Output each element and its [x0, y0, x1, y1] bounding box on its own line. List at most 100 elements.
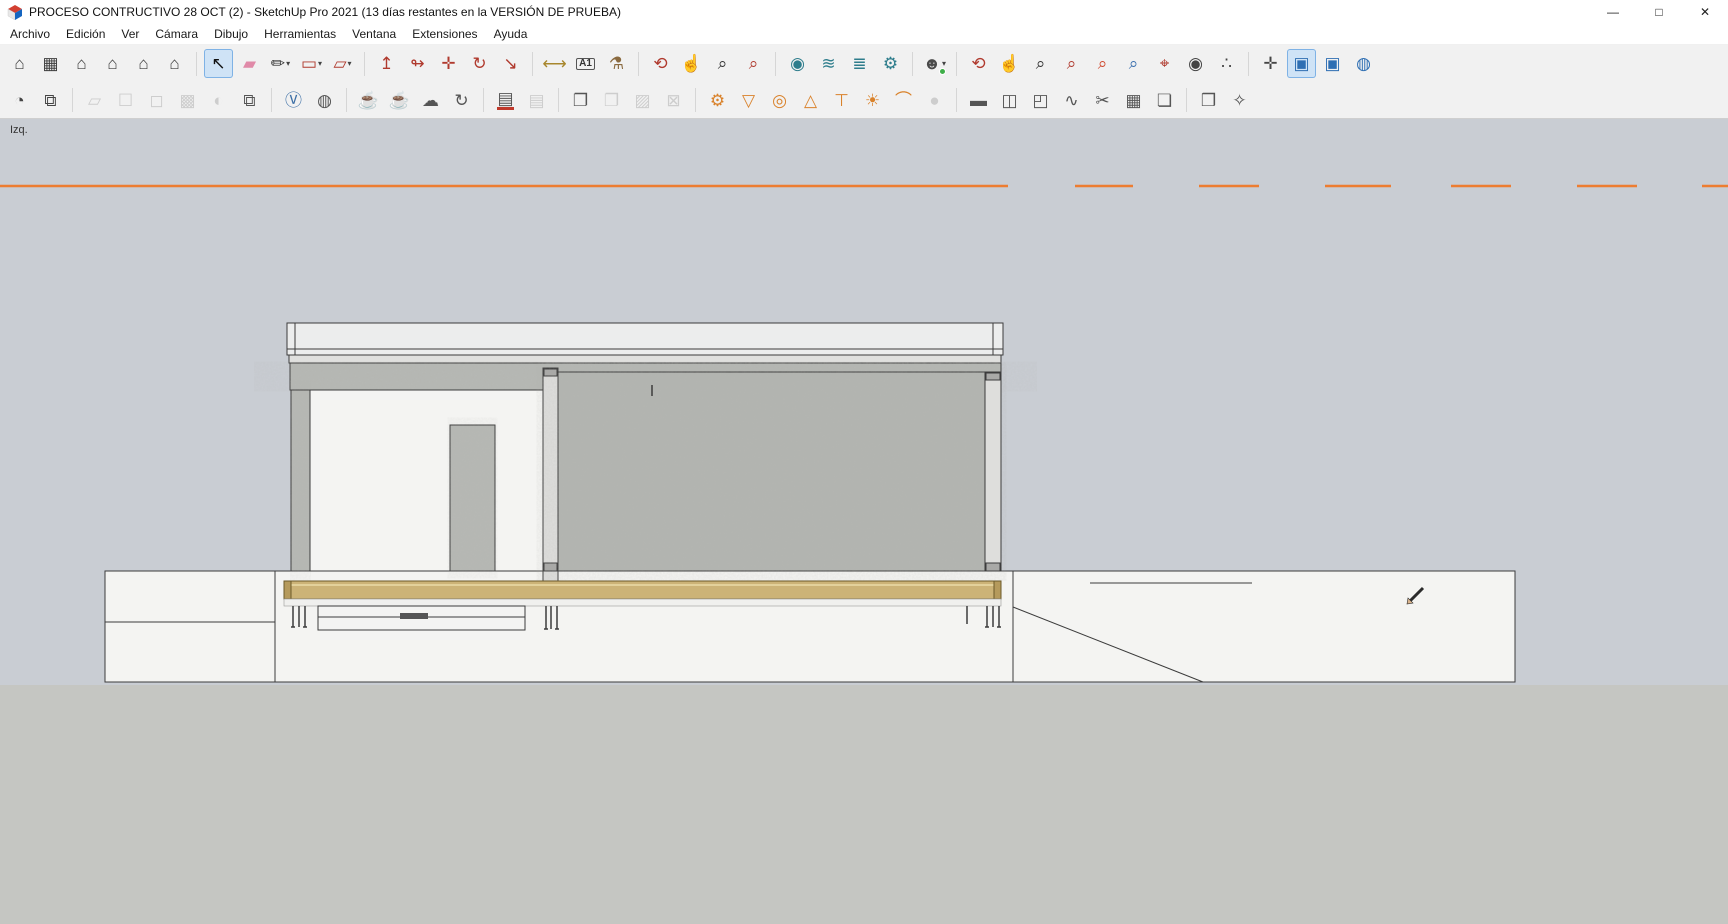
tape-measure-tool-icon[interactable]: ⟷	[540, 49, 569, 78]
vray-color-picker-icon[interactable]: ◍	[310, 86, 339, 115]
orbit-tool-2-icon[interactable]: ⟲	[964, 49, 993, 78]
vray-dome-light-icon[interactable]: ◎	[765, 86, 794, 115]
line-tool-dropdown-arrow[interactable]: ▾	[286, 59, 290, 68]
menu-ventana[interactable]: Ventana	[344, 25, 404, 43]
shape-tool-icon[interactable]: ▱ ▾	[328, 49, 357, 78]
right-column	[984, 363, 1002, 572]
vray-area-light-icon[interactable]: △	[796, 86, 825, 115]
vray-proxy-export-icon[interactable]: ◫	[995, 86, 1024, 115]
vray-asset-editor-icon[interactable]: Ⓥ	[279, 86, 308, 115]
vray-scene-export-icon[interactable]: ❏	[1150, 86, 1179, 115]
zoom-previous-tool-icon[interactable]: ⌕	[1119, 49, 1148, 78]
shape-tool-dropdown-arrow[interactable]: ▾	[348, 59, 352, 68]
view-right-icon[interactable]: ⌂	[98, 49, 127, 78]
walk-tool-icon[interactable]: ∴	[1212, 49, 1241, 78]
model-viewport[interactable]: Izq.	[0, 119, 1728, 924]
pan-tool-2-glyph: ☝	[998, 54, 1021, 73]
vray-light-gen-icon[interactable]: ⚙	[703, 86, 732, 115]
vray-cloud-render-icon[interactable]: ☁	[416, 86, 445, 115]
text-tool-icon[interactable]: A1	[571, 49, 600, 78]
eraser-tool-icon[interactable]: ▰	[235, 49, 264, 78]
menu-ayuda[interactable]: Ayuda	[486, 25, 536, 43]
viewport-render-icon[interactable]: ❐	[566, 86, 595, 115]
menu-camara[interactable]: Cámara	[147, 25, 206, 43]
view-cube-alt-toggle-icon[interactable]: ▣	[1318, 49, 1347, 78]
menu-archivo[interactable]: Archivo	[2, 25, 58, 43]
pan-tool-2-icon[interactable]: ☝	[995, 49, 1024, 78]
push-pull-tool-glyph: ↥	[379, 54, 394, 73]
vray-frame-box-icon[interactable]: ❒	[1194, 86, 1223, 115]
paint-bucket-tool-icon[interactable]: ⚗	[602, 49, 631, 78]
rectangle-tool-icon[interactable]: ▭ ▾	[297, 49, 326, 78]
navigation-cross-icon[interactable]: ✛	[1256, 49, 1285, 78]
select-tool-icon[interactable]: ↖	[204, 49, 233, 78]
vray-proxy-import-icon[interactable]: ◰	[1026, 86, 1055, 115]
vray-mesh-light-icon[interactable]: ⌒	[889, 86, 918, 115]
wood-floor-beam	[283, 580, 1002, 600]
menu-dibujo[interactable]: Dibujo	[206, 25, 256, 43]
vray-toolbox-icon[interactable]: ✧	[1225, 86, 1254, 115]
render-image-glyph: ▨	[634, 90, 651, 110]
move-tool-icon[interactable]: ✛	[434, 49, 463, 78]
zoom-window-tool-2-icon[interactable]: ⌕	[1057, 49, 1086, 78]
vray-refresh-icon[interactable]: ↻	[447, 86, 476, 115]
section-display-toggle-icon[interactable]: ⧉	[36, 86, 65, 115]
push-pull-tool-icon[interactable]: ↥	[372, 49, 401, 78]
plugin-waves-icon[interactable]: ≋	[814, 49, 843, 78]
orbit-tool-icon[interactable]: ⟲	[646, 49, 675, 78]
rotate-tool-icon[interactable]: ↻	[465, 49, 494, 78]
vray-clipper-icon[interactable]: ✂	[1088, 86, 1117, 115]
plugin-gear-circle-icon[interactable]: ◉	[783, 49, 812, 78]
account-dropdown-arrow[interactable]: ▾	[942, 59, 946, 68]
section-plane-tool-icon[interactable]: ◔	[5, 86, 34, 115]
vray-omni-light-icon[interactable]: ☀	[858, 86, 887, 115]
vray-omni-light-glyph: ☀	[864, 90, 881, 110]
vray-infinite-plane-icon[interactable]: ▬	[964, 86, 993, 115]
plugin-layer-waves-icon[interactable]: ≣	[845, 49, 874, 78]
view-left-icon[interactable]: ⌂	[160, 49, 189, 78]
close-button[interactable]: ✕	[1682, 0, 1728, 24]
zoom-extents-tool-icon[interactable]: ⌕	[1088, 49, 1117, 78]
zoom-window-tool-icon[interactable]: ⌕	[739, 49, 768, 78]
vray-render-icon[interactable]: ☕	[354, 86, 383, 115]
zoom-tool-glyph: ⌕	[717, 54, 728, 73]
menu-extensiones[interactable]: Extensiones	[404, 25, 485, 43]
vray-render-interactive-icon[interactable]: ☕	[385, 86, 414, 115]
vray-proxy-import-glyph: ◰	[1032, 90, 1049, 110]
maximize-button[interactable]: □	[1636, 0, 1682, 24]
view-front-icon[interactable]: ⌂	[67, 49, 96, 78]
pan-tool-icon[interactable]: ☝	[677, 49, 706, 78]
view-cube-toggle-icon[interactable]: ▣	[1287, 49, 1316, 78]
view-back-icon[interactable]: ⌂	[129, 49, 158, 78]
account-icon[interactable]: ☻ ▾	[920, 49, 949, 78]
zoom-tool-icon[interactable]: ⌕	[708, 49, 737, 78]
menu-herramientas[interactable]: Herramientas	[256, 25, 344, 43]
menu-ver[interactable]: Ver	[113, 25, 147, 43]
view-iso-icon[interactable]: ⌂	[5, 49, 34, 78]
plugin-gears-icon[interactable]: ⚙	[876, 49, 905, 78]
face-style-monochrome-icon: ◐	[204, 86, 233, 115]
follow-me-tool-icon[interactable]: ↬	[403, 49, 432, 78]
minimize-button[interactable]: —	[1590, 0, 1636, 24]
vray-fur-icon[interactable]: ∿	[1057, 86, 1086, 115]
line-tool-icon[interactable]: ✏ ▾	[266, 49, 295, 78]
toolbar-separator	[956, 51, 957, 76]
paste-in-place-icon[interactable]: ⧉	[235, 86, 264, 115]
orbit-tool-2-glyph: ⟲	[971, 54, 986, 73]
position-camera-tool-icon[interactable]: ⌖	[1150, 49, 1179, 78]
view-sphere-toggle-glyph: ◍	[1356, 54, 1371, 73]
vray-frame-buffer-icon[interactable]: ▤	[491, 86, 520, 115]
zoom-tool-2-icon[interactable]: ⌕	[1026, 49, 1055, 78]
scale-tool-icon[interactable]: ↘	[496, 49, 525, 78]
vray-spot-light-icon[interactable]: ▽	[734, 86, 763, 115]
vray-render-glyph: ☕	[357, 90, 380, 110]
menu-edicion[interactable]: Edición	[58, 25, 113, 43]
vray-ies-light-icon[interactable]: ⊤	[827, 86, 856, 115]
view-top-icon[interactable]: ▦	[36, 49, 65, 78]
vray-displacement-icon[interactable]: ▦	[1119, 86, 1148, 115]
viewport-canvas[interactable]: Izq.	[0, 119, 1728, 924]
look-around-tool-icon[interactable]: ◉	[1181, 49, 1210, 78]
view-back-glyph: ⌂	[138, 54, 149, 73]
view-sphere-toggle-icon[interactable]: ◍	[1349, 49, 1378, 78]
rectangle-tool-dropdown-arrow[interactable]: ▾	[318, 59, 322, 68]
